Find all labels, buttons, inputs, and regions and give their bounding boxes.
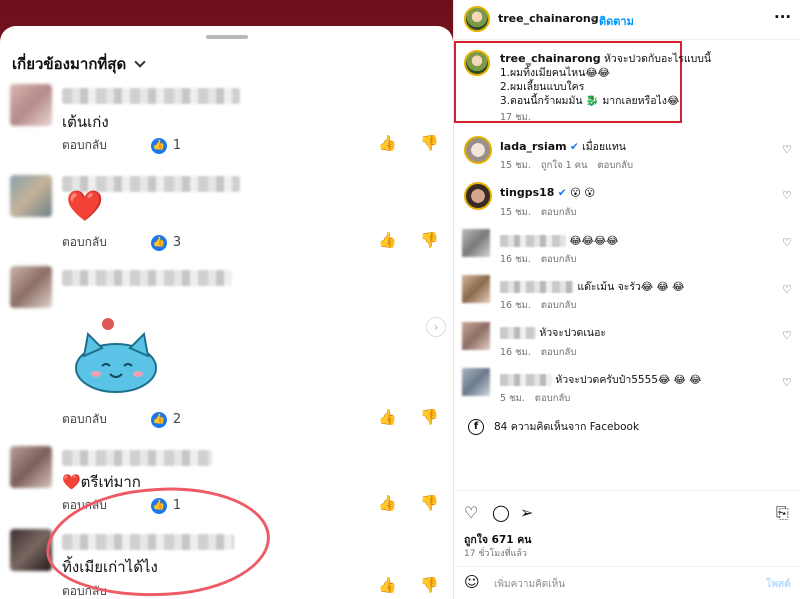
- chevron-down-icon: [134, 56, 146, 68]
- chevron-right-icon[interactable]: ›: [426, 317, 446, 337]
- heart-icon[interactable]: ♡: [782, 236, 792, 249]
- reaction-count[interactable]: 👍 2: [150, 411, 181, 428]
- heart-icon[interactable]: ♡: [782, 283, 792, 296]
- facebook-comments-link[interactable]: f 84 ความคิดเห็นจาก Facebook: [468, 418, 639, 435]
- comment-username[interactable]: [500, 374, 552, 386]
- vote-buttons: 👍 👎: [378, 231, 439, 249]
- action-bar-divider: [454, 490, 800, 491]
- reply-button[interactable]: ตอบกลับ: [62, 136, 107, 155]
- verified-icon: ✔: [569, 141, 579, 153]
- reply-button[interactable]: ตอบกลับ: [62, 410, 107, 429]
- avatar[interactable]: [10, 175, 52, 217]
- commenter-name[interactable]: [62, 270, 232, 286]
- thumbs-up-icon[interactable]: 👍: [378, 576, 397, 594]
- reply-button[interactable]: ตอบกลับ: [541, 345, 577, 360]
- commenter-name[interactable]: [62, 450, 212, 466]
- thumbs-down-icon[interactable]: 👎: [420, 231, 439, 249]
- vote-buttons: 👍 👎: [378, 134, 439, 152]
- avatar[interactable]: [462, 275, 490, 303]
- reply-button[interactable]: ตอบกลับ: [62, 233, 107, 252]
- comment-input-bar: ☺ เพิ่มความคิดเห็น โพสต์: [454, 566, 800, 599]
- emoji-icon[interactable]: ☺: [464, 573, 480, 591]
- heart-icon[interactable]: ♡: [782, 143, 792, 156]
- thumbs-down-icon[interactable]: 👎: [420, 134, 439, 152]
- reply-button[interactable]: ตอบกลับ: [541, 298, 577, 313]
- instagram-post-panel: tree_chainarong • ติดตาม ··· tree_chaina…: [454, 0, 800, 599]
- reply-button[interactable]: ตอบกลับ: [541, 205, 577, 220]
- thumbs-down-icon[interactable]: 👎: [420, 408, 439, 426]
- caption-username[interactable]: tree_chainarong: [500, 52, 601, 65]
- comment-icon[interactable]: ◯: [492, 503, 510, 522]
- cat-sticker: [75, 318, 157, 393]
- avatar[interactable]: [464, 50, 490, 76]
- caption-time: 17 ชม.: [500, 112, 531, 123]
- ig-comment: แด๊ะเม้น จะรัว😂 😂 😂: [500, 280, 684, 294]
- sort-dropdown[interactable]: เกี่ยวข้องมากที่สุด: [12, 52, 146, 76]
- bookmark-icon[interactable]: ⎘: [776, 503, 789, 523]
- avatar[interactable]: [462, 368, 490, 396]
- avatar[interactable]: [10, 84, 52, 126]
- avatar[interactable]: [464, 136, 492, 164]
- ig-comment: หัวจะปวดเนอะ: [500, 326, 606, 340]
- thumbs-down-icon[interactable]: 👎: [420, 576, 439, 594]
- comment-text: เต้นเก่ง: [62, 113, 109, 131]
- avatar[interactable]: [10, 266, 52, 308]
- vote-buttons: 👍 👎: [378, 576, 439, 594]
- like-icon: 👍: [150, 234, 167, 251]
- heart-icon[interactable]: ♡: [782, 189, 792, 202]
- post-comment-button[interactable]: โพสต์: [766, 577, 791, 592]
- reaction-count[interactable]: 👍 1: [150, 137, 181, 154]
- header-username[interactable]: tree_chainarong: [498, 12, 599, 25]
- sort-label: เกี่ยวข้องมากที่สุด: [12, 55, 127, 73]
- vote-buttons: 👍 👎: [378, 408, 439, 426]
- facebook-comments-panel: เกี่ยวข้องมากที่สุด เต้นเก่ง ตอบกลับ 👍 1 …: [0, 0, 453, 599]
- comment-username[interactable]: lada_rsiam: [500, 140, 567, 153]
- reply-button[interactable]: ตอบกลับ: [541, 252, 577, 267]
- caption: tree_chainarong หัวจะปวดกับอะไรแบบนี้ 1.…: [500, 52, 712, 107]
- like-icon: 👍: [150, 137, 167, 154]
- post-header: tree_chainarong • ติดตาม ···: [454, 0, 800, 40]
- avatar[interactable]: [464, 182, 492, 210]
- thumbs-up-icon[interactable]: 👍: [378, 231, 397, 249]
- comment-username[interactable]: [500, 327, 536, 339]
- comment-username[interactable]: [500, 235, 566, 247]
- heart-icon[interactable]: ♡: [464, 503, 478, 522]
- reaction-count[interactable]: 👍 3: [150, 234, 181, 251]
- reply-button[interactable]: ตอบกลับ: [535, 391, 571, 406]
- like-icon: 👍: [150, 411, 167, 428]
- post-time: 17 ชั่วโมงที่แล้ว: [464, 549, 527, 559]
- comment-username[interactable]: [500, 281, 574, 293]
- avatar[interactable]: [462, 322, 490, 350]
- comment-input[interactable]: เพิ่มความคิดเห็น: [494, 577, 565, 592]
- thumbs-up-icon[interactable]: 👍: [378, 134, 397, 152]
- ig-comment: lada_rsiam ✔ เมื่อยแทน: [500, 140, 626, 153]
- heart-icon[interactable]: ♡: [782, 376, 792, 389]
- dot-separator: •: [590, 12, 597, 25]
- verified-icon: ✔: [557, 187, 567, 199]
- avatar[interactable]: [464, 6, 490, 32]
- follow-button[interactable]: ติดตาม: [599, 12, 634, 30]
- thumbs-up-icon[interactable]: 👍: [378, 408, 397, 426]
- heart-sticker: ❤️: [66, 189, 104, 224]
- more-options-icon[interactable]: ···: [774, 8, 791, 26]
- heart-icon[interactable]: ♡: [782, 329, 792, 342]
- ig-comment: หัวจะปวดครับป๋า5555😂 😂 😂: [500, 373, 701, 387]
- facebook-icon: f: [468, 418, 484, 435]
- ig-comment: 😂😂😂😂: [500, 234, 618, 248]
- avatar[interactable]: [10, 446, 52, 488]
- thumbs-down-icon[interactable]: 👎: [420, 494, 439, 512]
- share-icon[interactable]: ➢: [520, 503, 533, 522]
- comment-likes[interactable]: ถูกใจ 1 คน: [541, 158, 588, 173]
- comment-username[interactable]: tingps18: [500, 186, 554, 199]
- vote-buttons: 👍 👎: [378, 494, 439, 512]
- avatar[interactable]: [462, 229, 490, 257]
- drag-handle[interactable]: [206, 35, 248, 39]
- ig-comment: tingps18 ✔ 😮 😮: [500, 186, 596, 199]
- commenter-name[interactable]: [62, 88, 240, 104]
- reply-button[interactable]: ตอบกลับ: [598, 158, 634, 173]
- thumbs-up-icon[interactable]: 👍: [378, 494, 397, 512]
